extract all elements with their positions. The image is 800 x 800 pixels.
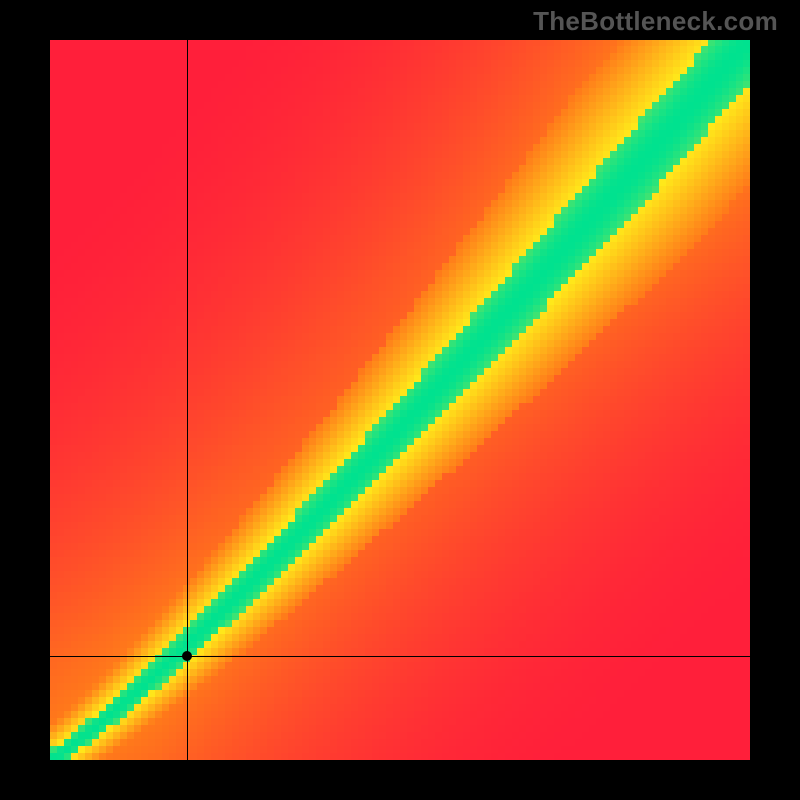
marker-point [182, 651, 192, 661]
heatmap-canvas [50, 40, 750, 760]
crosshair-horizontal [50, 656, 750, 657]
heatmap-plot [50, 40, 750, 760]
watermark-text: TheBottleneck.com [533, 6, 778, 37]
chart-frame: TheBottleneck.com [0, 0, 800, 800]
